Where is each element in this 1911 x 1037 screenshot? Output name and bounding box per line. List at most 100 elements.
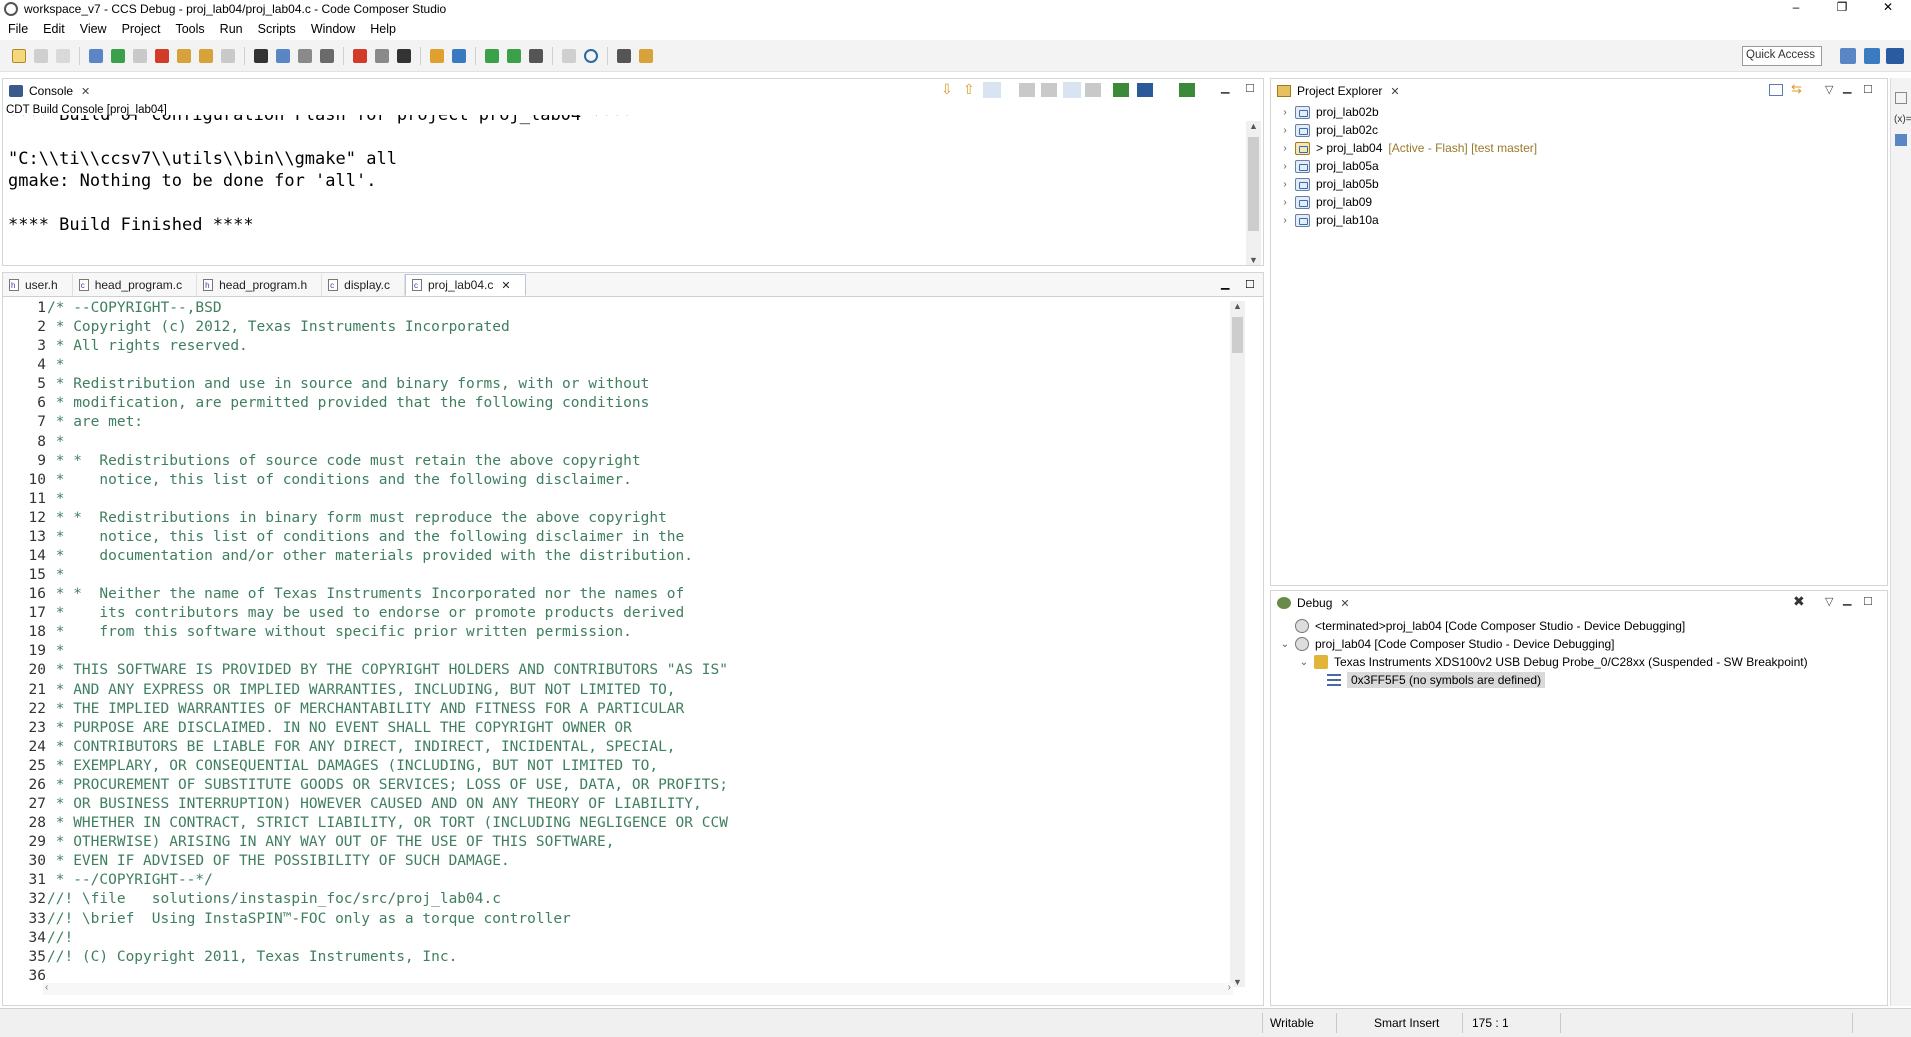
tools-icon[interactable] xyxy=(397,48,411,63)
step-into-icon[interactable] xyxy=(177,48,191,63)
pin-console-icon[interactable] xyxy=(1113,83,1129,97)
target-icon[interactable] xyxy=(430,48,444,63)
chevron-right-icon[interactable]: › xyxy=(1279,179,1291,190)
ccs-edit-perspective-icon[interactable] xyxy=(1864,48,1880,64)
code-line[interactable]: 20 * THIS SOFTWARE IS PROVIDED BY THE CO… xyxy=(3,661,1231,680)
code-line[interactable]: 6 * modification, are permitted provided… xyxy=(3,394,1231,413)
code-line[interactable]: 8 * xyxy=(3,433,1231,452)
tab-head-program-h[interactable]: head_program.h xyxy=(197,274,323,296)
maximize-view-icon[interactable]: ☐ xyxy=(1863,595,1873,608)
tab-project-explorer[interactable]: Project Explorer ✕ xyxy=(1271,80,1406,102)
scroll-down-icon[interactable]: ▼ xyxy=(1233,977,1242,987)
editor-hscrollbar[interactable]: ‹ › xyxy=(43,982,1233,995)
connect-icon[interactable] xyxy=(298,48,312,63)
open-perspective-icon[interactable] xyxy=(1840,48,1856,64)
code-line[interactable]: 19 * xyxy=(3,642,1231,661)
close-button[interactable]: ✕ xyxy=(1865,0,1911,18)
ccs-debug-perspective-icon[interactable] xyxy=(1886,48,1904,64)
scroll-up-icon[interactable]: ▲ xyxy=(1233,301,1242,311)
run-icon[interactable] xyxy=(375,48,389,63)
view-menu-icon[interactable]: ▽ xyxy=(1825,595,1833,608)
minimize-button[interactable]: – xyxy=(1773,0,1819,18)
scrollbar-thumb[interactable] xyxy=(1248,137,1259,231)
code-line[interactable]: 10 * notice, this list of conditions and… xyxy=(3,471,1231,490)
hammer-icon[interactable] xyxy=(529,48,543,63)
remove-terminated-icon[interactable]: ✖ xyxy=(1793,593,1805,610)
suspend-icon[interactable] xyxy=(133,48,147,63)
next-console-icon[interactable]: ⇩ xyxy=(941,81,953,98)
tab-proj-lab04-c[interactable]: proj_lab04.c ✕ xyxy=(404,274,526,296)
debug-item-frame[interactable]: 0x3FF5F5 (no symbols are defined) xyxy=(1327,671,1546,689)
code-line[interactable]: 14 * documentation and/or other material… xyxy=(3,547,1231,566)
step-return-icon[interactable] xyxy=(221,48,235,63)
close-icon[interactable]: ✕ xyxy=(1340,597,1349,610)
menu-project[interactable]: Project xyxy=(114,22,168,36)
code-line[interactable]: 31 * --/COPYRIGHT--*/ xyxy=(3,871,1231,890)
chevron-right-icon[interactable]: › xyxy=(1279,161,1291,172)
scroll-down-icon[interactable]: ▼ xyxy=(1249,255,1258,265)
debug-item-terminated[interactable]: <terminated>proj_lab04 [Code Composer St… xyxy=(1279,617,1685,635)
display-console-icon[interactable] xyxy=(1137,83,1153,97)
console-output[interactable]: **** Build of configuration Flash for pr… xyxy=(8,115,1243,265)
code-line[interactable]: 35//! (C) Copyright 2011, Texas Instrume… xyxy=(3,948,1231,967)
chevron-right-icon[interactable]: › xyxy=(1279,143,1291,154)
tab-console[interactable]: Console ✕ xyxy=(3,80,96,102)
code-line[interactable]: 33//! \brief Using InstaSPIN™-FOC only a… xyxy=(3,910,1231,929)
menu-help[interactable]: Help xyxy=(362,22,403,36)
registers-icon[interactable] xyxy=(254,48,268,63)
scrollbar-thumb[interactable] xyxy=(1232,317,1243,353)
save-icon[interactable] xyxy=(34,48,48,63)
project-item[interactable]: › proj_lab05b xyxy=(1279,175,1378,193)
code-line[interactable]: 24 * CONTRIBUTORS BE LIABLE FOR ANY DIRE… xyxy=(3,738,1231,757)
previous-console-icon[interactable]: ⇧ xyxy=(963,81,975,98)
menu-run[interactable]: Run xyxy=(212,22,250,36)
step-into-icon-2[interactable] xyxy=(485,48,499,63)
code-line[interactable]: 16 * * Neither the name of Texas Instrum… xyxy=(3,585,1231,604)
close-icon[interactable]: ✕ xyxy=(1390,85,1399,98)
code-line[interactable]: 12 * * Redistributions in binary form mu… xyxy=(3,509,1231,528)
menu-view[interactable]: View xyxy=(72,22,114,36)
code-line[interactable]: 5 * Redistribution and use in source and… xyxy=(3,375,1231,394)
show-console-icon[interactable] xyxy=(1041,83,1057,97)
project-item[interactable]: › proj_lab10a xyxy=(1279,211,1378,229)
pin-icon[interactable] xyxy=(639,48,653,63)
remove-launches-icon[interactable] xyxy=(1085,83,1101,97)
code-line[interactable]: 9 * * Redistributions of source code mus… xyxy=(3,452,1231,471)
maximize-view-icon[interactable]: ☐ xyxy=(1245,82,1255,95)
scroll-left-icon[interactable]: ‹ xyxy=(45,982,48,993)
quick-access-field[interactable]: Quick Access xyxy=(1742,46,1822,66)
code-line[interactable]: 36 xyxy=(3,967,1231,981)
code-line[interactable]: 13 * notice, this list of conditions and… xyxy=(3,528,1231,547)
scroll-right-icon[interactable]: › xyxy=(1228,982,1231,993)
project-item[interactable]: › proj_lab09 xyxy=(1279,193,1372,211)
code-line[interactable]: 25 * EXEMPLARY, OR CONSEQUENTIAL DAMAGES… xyxy=(3,757,1231,776)
scroll-up-icon[interactable]: ▲ xyxy=(1249,121,1258,131)
debug-item-probe[interactable]: ⌄ Texas Instruments XDS100v2 USB Debug Pr… xyxy=(1298,653,1808,671)
terminate-icon[interactable] xyxy=(155,48,169,63)
collapse-all-icon[interactable] xyxy=(1769,84,1783,96)
breakpoint-icon[interactable] xyxy=(276,48,290,63)
code-line[interactable]: 32//! \file solutions/instaspin_foc/src/… xyxy=(3,890,1231,909)
chevron-right-icon[interactable]: › xyxy=(1279,215,1291,226)
tab-display-c[interactable]: display.c xyxy=(322,274,405,296)
project-item[interactable]: › proj_lab02c xyxy=(1279,121,1378,139)
chevron-down-icon[interactable]: ⌄ xyxy=(1298,657,1310,668)
chevron-right-icon[interactable]: › xyxy=(1279,125,1291,136)
code-line[interactable]: 18 * from this software without specific… xyxy=(3,623,1231,642)
open-console-icon[interactable] xyxy=(1179,83,1195,97)
menu-edit[interactable]: Edit xyxy=(35,22,72,36)
close-icon[interactable]: ✕ xyxy=(501,279,510,292)
debug-icon[interactable] xyxy=(353,48,367,63)
clear-console-icon[interactable] xyxy=(1019,83,1035,97)
code-line[interactable]: 29 * OTHERWISE) ARISING IN ANY WAY OUT O… xyxy=(3,833,1231,852)
project-item[interactable]: › proj_lab05a xyxy=(1279,157,1378,175)
project-item[interactable]: › proj_lab02b xyxy=(1279,103,1378,121)
code-line[interactable]: 27 * OR BUSINESS INTERRUPTION) HOWEVER C… xyxy=(3,795,1231,814)
debug-item-session[interactable]: ⌄ proj_lab04 [Code Composer Studio - Devi… xyxy=(1279,635,1615,653)
chevron-right-icon[interactable]: › xyxy=(1279,197,1291,208)
console-scrollbar[interactable]: ▲ ▼ xyxy=(1246,121,1261,265)
code-line[interactable]: 2 * Copyright (c) 2012, Texas Instrument… xyxy=(3,318,1231,337)
code-line[interactable]: 4 * xyxy=(3,356,1231,375)
code-line[interactable]: 26 * PROCUREMENT OF SUBSTITUTE GOODS OR … xyxy=(3,776,1231,795)
menu-tools[interactable]: Tools xyxy=(167,22,211,36)
